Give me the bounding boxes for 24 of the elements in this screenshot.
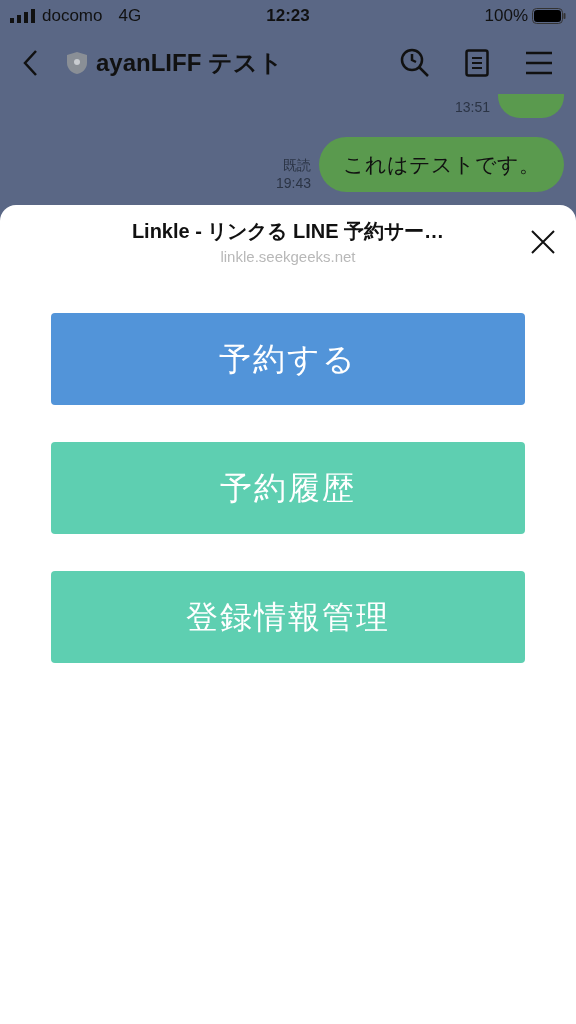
sheet-url: linkle.seekgeeks.net xyxy=(220,246,356,267)
battery-icon xyxy=(532,8,566,24)
chat-bubble: これはテストです。 xyxy=(319,137,564,192)
network-type: 4G xyxy=(118,5,142,28)
close-icon xyxy=(530,229,556,255)
document-icon xyxy=(465,49,489,77)
sheet-title: Linkle - リンクる LINE 予約サー… xyxy=(131,218,445,244)
back-chevron-icon xyxy=(22,49,38,77)
menu-action-button[interactable]: 予約する xyxy=(51,313,525,405)
message-time: 19:43 xyxy=(275,174,311,192)
carrier-name: docomo xyxy=(42,5,103,28)
battery-percent: 100% xyxy=(484,5,528,28)
menu-action-button[interactable]: 予約履歴 xyxy=(51,442,525,534)
message-time: 13:51 xyxy=(454,98,490,117)
shield-icon xyxy=(66,51,88,75)
close-button[interactable] xyxy=(530,229,556,255)
notes-button[interactable] xyxy=(462,46,492,80)
search-icon xyxy=(400,48,430,78)
read-receipt: 既読 xyxy=(283,156,311,174)
signal-icon xyxy=(10,9,36,23)
menu-icon xyxy=(525,51,553,75)
clock: 12:23 xyxy=(266,5,310,28)
chat-title: ayanLIFF テスト xyxy=(96,48,284,78)
menu-action-button[interactable]: 登録情報管理 xyxy=(51,571,525,663)
